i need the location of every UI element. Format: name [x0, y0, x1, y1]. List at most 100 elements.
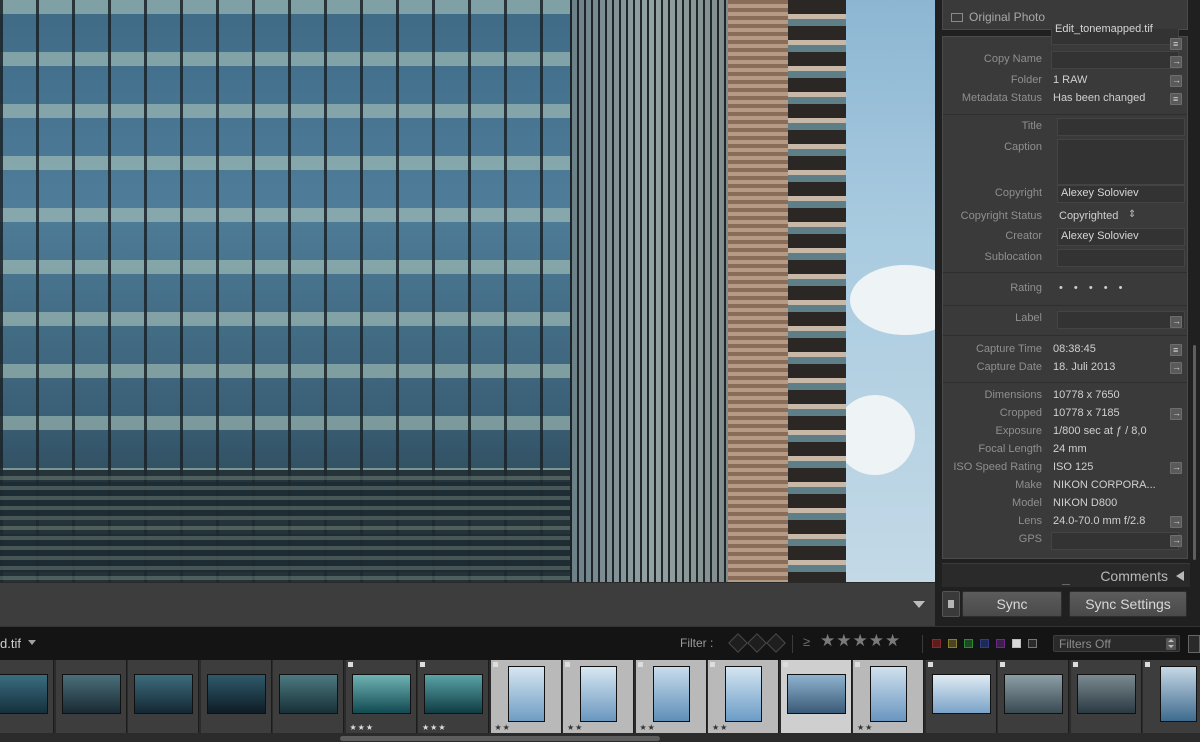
- divider: [943, 305, 1187, 306]
- toolbar-menu-arrow-icon[interactable]: [913, 601, 925, 608]
- filmstrip-thumbnail[interactable]: [1070, 660, 1142, 733]
- photo-building-balconies: [788, 0, 846, 582]
- sync-button[interactable]: Sync: [962, 591, 1062, 617]
- color-filter-yellow[interactable]: [948, 639, 957, 648]
- filename-dropdown-icon[interactable]: [28, 640, 36, 645]
- filmstrip-thumbnail[interactable]: [0, 660, 54, 733]
- sublocation-field[interactable]: [1057, 249, 1185, 267]
- edit-name-field[interactable]: Edit_tonemapped.tif: [1051, 23, 1179, 45]
- filmstrip-thumbnail[interactable]: ★★: [635, 660, 707, 733]
- color-filter-custom[interactable]: [1012, 639, 1021, 648]
- filter-preset-dropdown[interactable]: Filters Off: [1053, 635, 1180, 652]
- thumbnail-badge-icon: [710, 662, 715, 667]
- copyright-field[interactable]: Alexey Soloviev: [1057, 185, 1185, 203]
- filmstrip-thumbnail[interactable]: ★★★: [418, 660, 489, 733]
- thumbnail-stars: ★★★: [422, 723, 447, 732]
- creator-value: Alexey Soloviev: [1061, 230, 1139, 242]
- gps-arrow-button[interactable]: →: [1170, 535, 1182, 547]
- filmstrip-thumbnail[interactable]: [998, 660, 1069, 733]
- flag-filter-pick-icon[interactable]: [728, 633, 748, 653]
- metadata-status-button[interactable]: ≡: [1170, 93, 1182, 105]
- title-field[interactable]: [1057, 118, 1185, 136]
- thumbnail-image: [870, 666, 907, 722]
- thumbnail-image: [725, 666, 762, 722]
- filmstrip-thumbnail[interactable]: [273, 660, 344, 733]
- exposure-value: 1/800 sec at ƒ / 8,0: [1053, 425, 1147, 437]
- divider: [943, 382, 1187, 383]
- comments-label: Comments: [1100, 568, 1168, 584]
- thumbnail-stars: ★★★: [349, 723, 375, 732]
- thumbnail-image: [424, 674, 483, 714]
- capture-date-arrow-button[interactable]: →: [1170, 362, 1182, 374]
- photo-building-brown: [728, 0, 788, 582]
- make-label: Make: [1015, 479, 1042, 491]
- iso-arrow-button[interactable]: →: [1170, 462, 1182, 474]
- row-copyright-status: Copyright Status Copyrighted ⇕: [943, 209, 1187, 228]
- label-field[interactable]: [1057, 311, 1185, 329]
- panel-scrollbar[interactable]: [1193, 345, 1196, 560]
- rating-stars-input[interactable]: • • • • •: [1059, 282, 1126, 294]
- cropped-arrow-button[interactable]: →: [1170, 408, 1182, 420]
- copy-name-arrow-button[interactable]: →: [1170, 56, 1182, 68]
- lens-arrow-button[interactable]: →: [1170, 516, 1182, 528]
- row-metadata-status: Metadata Status Has been changed: [943, 92, 1187, 110]
- color-filter-green[interactable]: [964, 639, 973, 648]
- filter-lock-switch[interactable]: [1188, 635, 1200, 653]
- flag-filter-rejected-icon[interactable]: [766, 633, 786, 653]
- filmstrip-thumbnail[interactable]: [1143, 660, 1200, 733]
- rating-operator[interactable]: ≥: [803, 634, 810, 649]
- sync-settings-button[interactable]: Sync Settings: [1069, 591, 1187, 617]
- filmstrip-thumbnail[interactable]: ★★★: [345, 660, 417, 733]
- collapse-triangle-icon[interactable]: [1176, 571, 1184, 581]
- gps-field[interactable]: [1051, 532, 1179, 550]
- label-arrow-button[interactable]: →: [1170, 316, 1182, 328]
- thumbnail-stars: ★★: [639, 723, 656, 732]
- filmstrip-thumbnail[interactable]: [55, 660, 127, 733]
- dropdown-updown-icon[interactable]: ⇕: [1128, 209, 1136, 220]
- copyright-status-dropdown[interactable]: Copyrighted: [1059, 210, 1118, 222]
- filmstrip-thumbnail[interactable]: ★★: [490, 660, 562, 733]
- row-dimensions: Dimensions 10778 x 7650: [943, 389, 1187, 407]
- auto-sync-toggle[interactable]: [942, 591, 960, 617]
- filter-preset-value: Filters Off: [1059, 637, 1111, 651]
- gps-label: GPS: [1018, 533, 1042, 545]
- filmstrip-thumbnail[interactable]: ★★: [853, 660, 924, 733]
- creator-field[interactable]: Alexey Soloviev: [1057, 228, 1185, 246]
- thumbnail-badge-icon: [565, 662, 570, 667]
- edit-name-list-button[interactable]: ≡: [1170, 38, 1182, 50]
- copy-name-field[interactable]: [1051, 51, 1179, 69]
- filmstrip-filename[interactable]: d.tif: [0, 636, 21, 651]
- dropdown-updown-icon: [1166, 638, 1176, 650]
- filmstrip-thumbnail[interactable]: [128, 660, 199, 733]
- list-icon: ≡: [1173, 345, 1179, 355]
- filmstrip-scrollbar[interactable]: [340, 736, 660, 741]
- filmstrip-thumbnail[interactable]: [925, 660, 997, 733]
- filmstrip-thumbnail[interactable]: [780, 660, 852, 733]
- main-photo[interactable]: [0, 0, 935, 582]
- color-filter-blue[interactable]: [980, 639, 989, 648]
- thumbnail-badge-icon: [782, 662, 788, 667]
- sublocation-label: Sublocation: [984, 251, 1043, 263]
- comments-panel-header[interactable]: Comments: [942, 563, 1190, 587]
- thumbnail-badge-icon: [1145, 662, 1150, 667]
- capture-time-button[interactable]: ≡: [1170, 344, 1182, 356]
- iso-label: ISO Speed Rating: [953, 461, 1042, 473]
- original-photo-checkbox[interactable]: [951, 13, 963, 22]
- dimensions-value: 10778 x 7650: [1053, 389, 1120, 401]
- color-filter-none[interactable]: [1028, 639, 1037, 648]
- caption-field[interactable]: [1057, 139, 1185, 185]
- filmstrip-thumbnail[interactable]: ★★: [563, 660, 634, 733]
- filmstrip-thumbnail[interactable]: [200, 660, 272, 733]
- color-filter-red[interactable]: [932, 639, 941, 648]
- color-filter-purple[interactable]: [996, 639, 1005, 648]
- flag-filter-unflagged-icon[interactable]: [747, 633, 767, 653]
- filmstrip-thumbnail[interactable]: ★★: [708, 660, 779, 733]
- photo-cloud: [835, 395, 915, 475]
- rating-filter-stars[interactable]: ★★★★★: [820, 631, 901, 651]
- row-iso: ISO Speed Rating ISO 125: [943, 461, 1187, 479]
- thumbnail-image: [61, 674, 121, 714]
- arrow-right-icon: →: [1172, 516, 1181, 526]
- metadata-status-label: Metadata Status: [961, 92, 1042, 104]
- row-capture-date: Capture Date 18. Juli 2013: [943, 361, 1187, 379]
- folder-arrow-button[interactable]: →: [1170, 75, 1182, 87]
